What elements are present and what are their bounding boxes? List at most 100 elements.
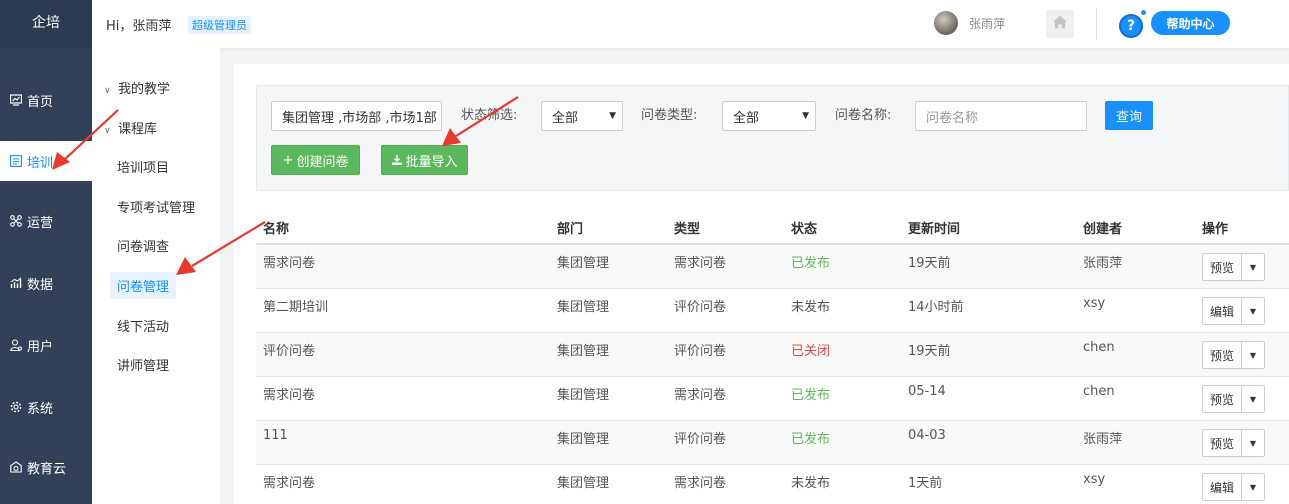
- cell-creator: 张雨萍: [1083, 432, 1123, 447]
- home-button[interactable]: [1046, 10, 1074, 38]
- cell-updated: 19天前: [908, 256, 951, 271]
- nav-label: 首页: [27, 94, 54, 110]
- cell-status: 已关闭: [791, 344, 831, 359]
- nav-label: 系统: [27, 401, 54, 417]
- row-action-group: 预览 ▼: [1202, 429, 1265, 457]
- type-select-value: 全部: [733, 110, 760, 126]
- submenu-item-survey[interactable]: 问卷调查: [117, 236, 169, 255]
- caret-down-icon[interactable]: ▼: [1242, 254, 1264, 280]
- dropdown-arrow-icon: ▼: [802, 111, 809, 121]
- cell-status: 未发布: [791, 300, 831, 315]
- caret-down-icon[interactable]: ▼: [1242, 342, 1264, 368]
- caret-down-icon[interactable]: ▼: [1242, 386, 1264, 412]
- submenu-group-course-library[interactable]: ∨ 课程库: [104, 118, 157, 137]
- header-username[interactable]: 张雨萍: [969, 15, 1005, 32]
- preview-button[interactable]: 预览: [1203, 430, 1242, 456]
- submenu-item-offline-activity[interactable]: 线下活动: [117, 316, 169, 335]
- type-select[interactable]: 全部 ▼: [722, 101, 816, 131]
- cell-status: 已发布: [791, 256, 831, 271]
- nav-item-edu-cloud[interactable]: 教育云: [0, 447, 92, 487]
- cloud-icon: [10, 461, 22, 473]
- table-row: 第二期培训 集团管理 评价问卷 未发布 14小时前 xsy 编辑 ▼: [256, 289, 1289, 333]
- cell-name: 需求问卷: [263, 256, 316, 271]
- data-chart-icon: [10, 277, 22, 289]
- help-center-button[interactable]: 帮助中心: [1151, 11, 1230, 35]
- cell-creator: xsy: [1083, 296, 1106, 311]
- caret-down-icon[interactable]: ▼: [1242, 298, 1264, 324]
- row-action-group: 编辑 ▼: [1202, 473, 1265, 501]
- preview-button[interactable]: 预览: [1203, 386, 1242, 412]
- edit-button[interactable]: 编辑: [1203, 474, 1242, 500]
- table-row: 需求问卷 集团管理 需求问卷 未发布 1天前 xsy 编辑 ▼: [256, 465, 1289, 504]
- avatar[interactable]: [934, 11, 958, 35]
- preview-button[interactable]: 预览: [1203, 254, 1242, 280]
- nav-item-training[interactable]: 培训: [0, 141, 92, 181]
- cell-name: 第二期培训: [263, 300, 329, 315]
- cell-updated: 05-14: [908, 384, 946, 399]
- column-header-updated[interactable]: 更新时间: [908, 218, 960, 237]
- nav-item-users[interactable]: 用户: [0, 325, 92, 365]
- cell-name: 111: [263, 428, 288, 443]
- cell-updated: 1天前: [908, 476, 943, 491]
- submenu-group-label: 我的教学: [118, 82, 171, 97]
- status-select-value: 全部: [552, 110, 579, 126]
- submenu-item-training-project[interactable]: 培训项目: [117, 157, 169, 176]
- column-header-creator[interactable]: 创建者: [1083, 218, 1122, 237]
- nav-item-system[interactable]: 系统: [0, 387, 92, 427]
- cell-status: 未发布: [791, 476, 831, 491]
- nav-item-home[interactable]: 首页: [0, 80, 92, 120]
- dropdown-arrow-icon: ▼: [609, 111, 616, 121]
- greeting-text: Hi，张雨萍: [106, 19, 172, 34]
- preview-button[interactable]: 预览: [1203, 342, 1242, 368]
- cell-department: 集团管理: [557, 344, 610, 359]
- cell-department: 集团管理: [557, 476, 610, 491]
- help-question-icon[interactable]: ?: [1119, 14, 1143, 38]
- create-questionnaire-button[interactable]: + 创建问卷: [271, 145, 360, 175]
- submenu-item-lecturer-management[interactable]: 讲师管理: [117, 355, 169, 374]
- column-header-status[interactable]: 状态: [791, 218, 817, 237]
- import-label: 批量导入: [405, 154, 458, 170]
- plus-icon: +: [282, 152, 294, 168]
- edit-button[interactable]: 编辑: [1203, 298, 1242, 324]
- cell-type: 评价问卷: [674, 300, 727, 315]
- status-select[interactable]: 全部 ▼: [541, 101, 623, 131]
- status-filter-label: 状态筛选:: [461, 108, 518, 123]
- caret-down-icon[interactable]: ▼: [1242, 474, 1264, 500]
- cell-creator: chen: [1083, 384, 1115, 399]
- submenu-group-my-teaching[interactable]: ∨ 我的教学: [104, 78, 170, 97]
- column-header-department[interactable]: 部门: [557, 218, 583, 237]
- cell-department: 集团管理: [557, 256, 610, 271]
- submenu-item-questionnaire-management[interactable]: 问卷管理: [110, 272, 177, 299]
- name-search-input[interactable]: 问卷名称: [915, 101, 1087, 131]
- nav-label: 教育云: [27, 461, 67, 477]
- department-selector[interactable]: 集团管理 ,市场部 ,市场1部: [271, 101, 442, 131]
- cell-department: 集团管理: [557, 432, 610, 447]
- nav-label: 运营: [27, 215, 54, 231]
- role-badge: 超级管理员: [188, 16, 251, 34]
- user-icon: [10, 339, 22, 351]
- column-header-name[interactable]: 名称: [263, 218, 289, 237]
- submenu-item-special-exam[interactable]: 专项考试管理: [117, 197, 195, 216]
- cell-updated: 14小时前: [908, 300, 964, 315]
- row-action-group: 编辑 ▼: [1202, 297, 1265, 325]
- cell-type: 需求问卷: [674, 476, 727, 491]
- chevron-down-icon: ∨: [104, 86, 111, 96]
- caret-down-icon[interactable]: ▼: [1242, 430, 1264, 456]
- cell-department: 集团管理: [557, 388, 610, 403]
- cell-creator: xsy: [1083, 472, 1106, 487]
- table-header: 名称 部门 类型 状态 更新时间 创建者 操作: [256, 208, 1289, 245]
- submenu-group-label: 课程库: [118, 122, 158, 137]
- batch-import-button[interactable]: 批量导入: [381, 145, 468, 175]
- row-action-group: 预览 ▼: [1202, 253, 1265, 281]
- app-root: 企培 首页 培训 运营 数据 用户 系统 教育云 Hi，张雨萍 超级管理员 张雨…: [0, 0, 1289, 504]
- nav-label: 用户: [27, 339, 54, 355]
- nav-item-data[interactable]: 数据: [0, 263, 92, 303]
- name-filter-label: 问卷名称:: [835, 108, 892, 123]
- table-row: 需求问卷 集团管理 需求问卷 已发布 19天前 张雨萍 预览 ▼: [256, 245, 1289, 289]
- header-divider: [1096, 8, 1097, 40]
- query-button[interactable]: 查询: [1105, 101, 1153, 130]
- nav-item-operations[interactable]: 运营: [0, 201, 92, 241]
- home-icon: [1052, 14, 1068, 34]
- cell-type: 需求问卷: [674, 256, 727, 271]
- column-header-type[interactable]: 类型: [674, 218, 700, 237]
